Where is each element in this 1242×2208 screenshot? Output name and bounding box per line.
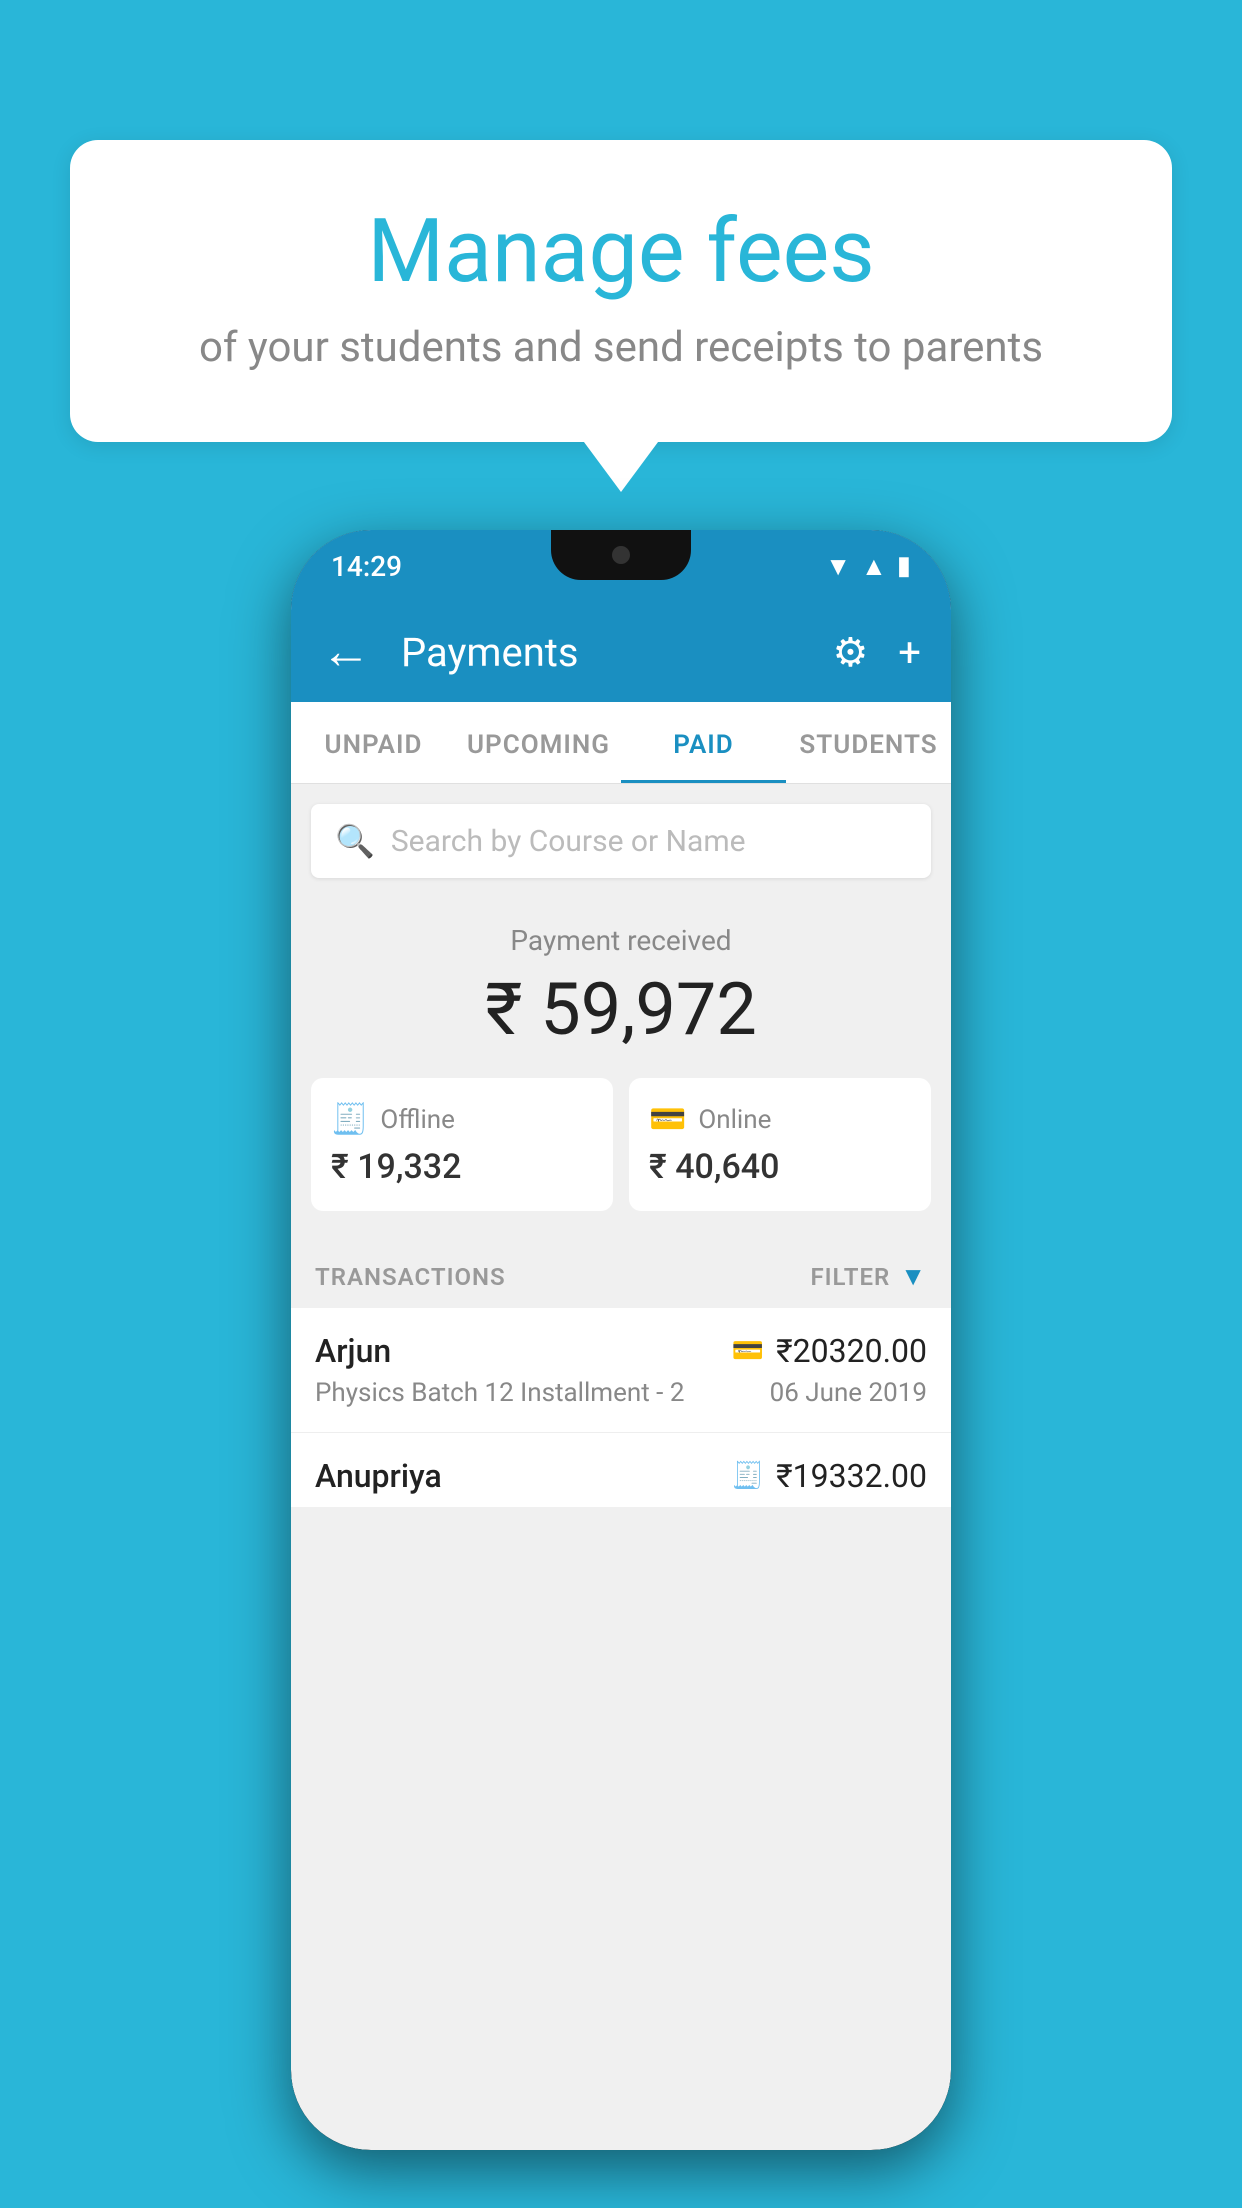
transaction-amount-wrap-1: 💳 ₹20320.00 <box>732 1332 927 1370</box>
filter-icon: ▼ <box>900 1261 927 1292</box>
online-icon: 💳 <box>649 1102 686 1137</box>
back-button[interactable]: ← <box>321 627 371 677</box>
search-icon: 🔍 <box>335 822 375 860</box>
status-bar: 14:29 ▼ ▲ ▮ <box>291 530 951 602</box>
online-card-header: 💳 Online <box>649 1102 911 1137</box>
status-time: 14:29 <box>331 550 402 583</box>
transaction-desc-1: Physics Batch 12 Installment - 2 <box>315 1378 684 1408</box>
app-bar: ← Payments ⚙ + <box>291 602 951 702</box>
search-bar[interactable]: 🔍 Search by Course or Name <box>311 804 931 878</box>
phone-frame: 14:29 ▼ ▲ ▮ ← Payments ⚙ + UNPAID UPCOMI… <box>291 530 951 2150</box>
transaction-amount-2: ₹19332.00 <box>776 1457 927 1495</box>
transaction-row-partial: Anupriya 🧾 ₹19332.00 <box>291 1433 951 1507</box>
phone-screen: 14:29 ▼ ▲ ▮ ← Payments ⚙ + UNPAID UPCOMI… <box>291 530 951 2150</box>
battery-icon: ▮ <box>897 551 911 581</box>
transaction-bottom-1: Physics Batch 12 Installment - 2 06 June… <box>315 1378 927 1408</box>
speech-bubble: Manage fees of your students and send re… <box>70 140 1172 442</box>
offline-label: Offline <box>380 1105 455 1135</box>
card-payment-icon-1: 💳 <box>732 1336 764 1366</box>
manage-fees-title: Manage fees <box>120 200 1122 303</box>
filter-label: FILTER <box>810 1263 890 1291</box>
transaction-row: Arjun 💳 ₹20320.00 Physics Batch 12 Insta… <box>291 1308 951 1433</box>
manage-fees-subtitle: of your students and send receipts to pa… <box>120 323 1122 372</box>
offline-icon: 🧾 <box>331 1102 368 1137</box>
notch <box>551 530 691 580</box>
offline-card-header: 🧾 Offline <box>331 1102 593 1137</box>
online-amount: ₹ 40,640 <box>649 1147 911 1187</box>
transactions-label: TRANSACTIONS <box>315 1263 506 1291</box>
tabs: UNPAID UPCOMING PAID STUDENTS <box>291 702 951 784</box>
transaction-top-1: Arjun 💳 ₹20320.00 <box>315 1332 927 1370</box>
tab-paid[interactable]: PAID <box>621 702 786 783</box>
offline-payment-icon-2: 🧾 <box>732 1461 764 1491</box>
transaction-amount-wrap-2: 🧾 ₹19332.00 <box>732 1457 927 1495</box>
settings-button[interactable]: ⚙ <box>832 629 868 676</box>
transaction-name-1: Arjun <box>315 1332 391 1370</box>
status-icons: ▼ ▲ ▮ <box>825 551 911 582</box>
transaction-amount-1: ₹20320.00 <box>776 1332 927 1370</box>
tab-unpaid[interactable]: UNPAID <box>291 702 456 783</box>
filter-button[interactable]: FILTER ▼ <box>810 1261 927 1292</box>
payment-received-label: Payment received <box>311 924 931 957</box>
offline-card: 🧾 Offline ₹ 19,332 <box>311 1078 613 1211</box>
tab-upcoming[interactable]: UPCOMING <box>456 702 621 783</box>
transaction-date-1: 06 June 2019 <box>770 1378 927 1408</box>
app-bar-icons: ⚙ + <box>832 629 921 676</box>
wifi-icon: ▼ <box>825 551 851 582</box>
offline-amount: ₹ 19,332 <box>331 1147 593 1187</box>
payment-cards: 🧾 Offline ₹ 19,332 💳 Online ₹ 40,640 <box>311 1078 931 1211</box>
tab-students[interactable]: STUDENTS <box>786 702 951 783</box>
transaction-name-2: Anupriya <box>315 1457 442 1495</box>
app-title: Payments <box>401 629 812 676</box>
search-placeholder: Search by Course or Name <box>391 824 746 859</box>
payment-total-amount: ₹ 59,972 <box>311 967 931 1052</box>
online-label: Online <box>698 1105 771 1135</box>
online-card: 💳 Online ₹ 40,640 <box>629 1078 931 1211</box>
signal-icon: ▲ <box>861 551 887 582</box>
transactions-header: TRANSACTIONS FILTER ▼ <box>291 1237 951 1308</box>
camera-dot <box>612 546 630 564</box>
add-button[interactable]: + <box>898 629 921 676</box>
payment-summary: Payment received ₹ 59,972 🧾 Offline ₹ 19… <box>291 888 951 1237</box>
